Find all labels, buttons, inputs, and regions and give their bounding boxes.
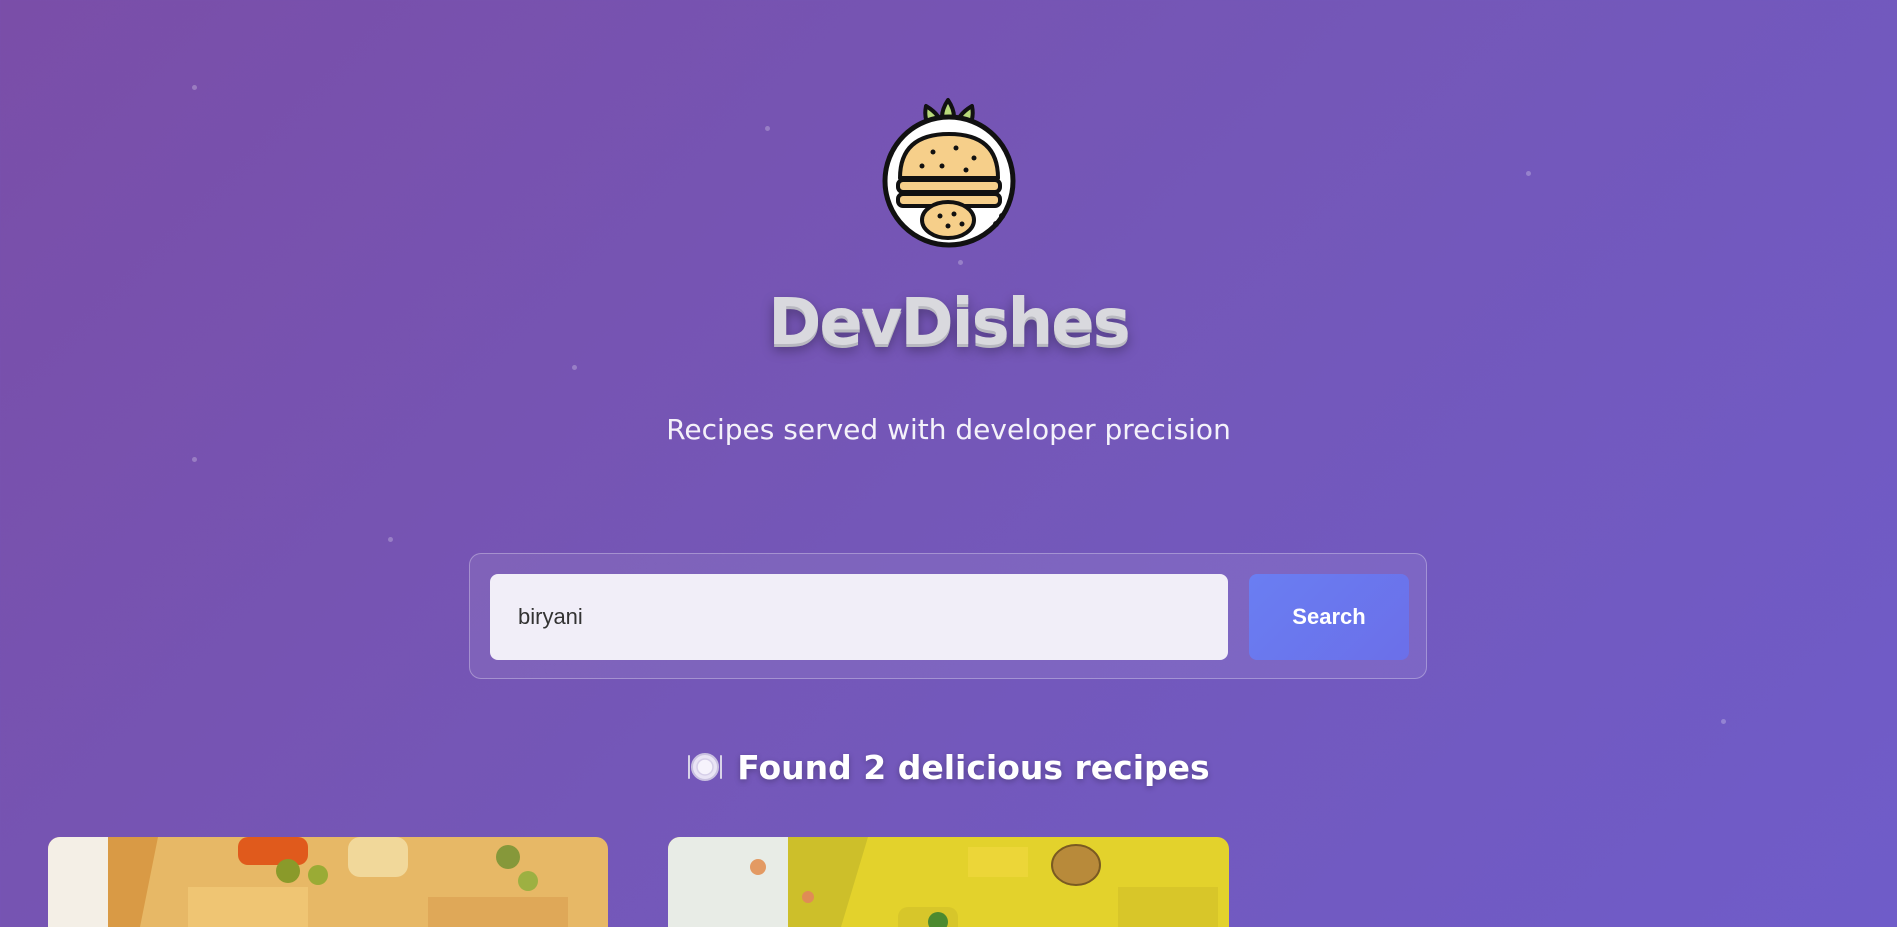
decor-dot xyxy=(192,457,197,462)
search-input[interactable] xyxy=(490,574,1228,660)
decor-dot xyxy=(1526,171,1531,176)
results-heading-text: Found 2 delicious recipes xyxy=(737,748,1210,787)
decor-dot xyxy=(192,85,197,90)
yellow-rice-biryani-image xyxy=(668,837,1229,927)
decor-dot xyxy=(572,365,577,370)
app-title: DevDishes xyxy=(768,286,1130,360)
app-tagline: Recipes served with developer precision xyxy=(666,413,1231,446)
vegetable-biryani-image xyxy=(48,837,608,927)
search-button[interactable]: Search xyxy=(1249,574,1409,660)
decor-dot xyxy=(388,537,393,542)
burger-logo-icon xyxy=(878,96,1020,250)
plate-icon xyxy=(687,749,723,785)
results-heading: Found 2 delicious recipes xyxy=(0,748,1897,787)
recipe-card[interactable] xyxy=(48,837,608,927)
search-panel: Search xyxy=(469,553,1427,679)
decor-dot xyxy=(765,126,770,131)
decor-dot xyxy=(958,260,963,265)
recipe-card[interactable] xyxy=(668,837,1229,927)
decor-dot xyxy=(1721,719,1726,724)
